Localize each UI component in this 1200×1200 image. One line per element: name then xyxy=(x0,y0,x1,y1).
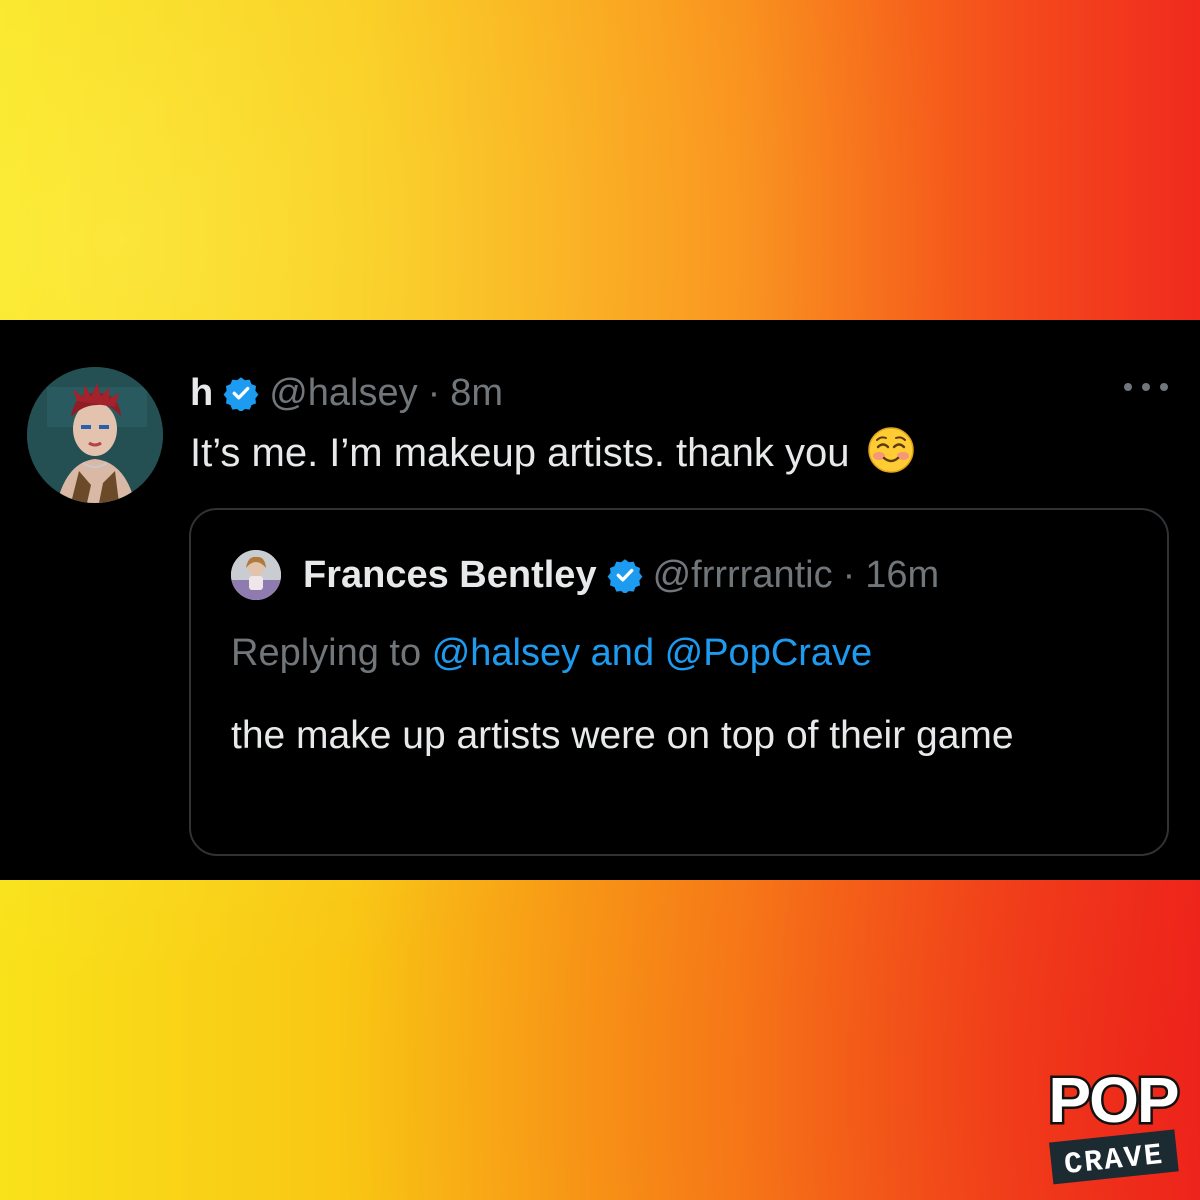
quoted-timestamp[interactable]: 16m xyxy=(865,554,939,597)
separator-dot: · xyxy=(842,553,856,596)
tweet-text: It’s me. I’m makeup artists. thank you xyxy=(190,431,850,475)
replying-to-line: Replying to @halsey and @PopCrave xyxy=(231,632,872,675)
logo-line-1: POP xyxy=(1048,1064,1177,1136)
mention-conjunction: and xyxy=(590,632,655,674)
quoted-author-name[interactable]: Frances Bentley xyxy=(303,554,597,597)
avatar-image xyxy=(27,367,163,503)
quoted-avatar-image xyxy=(231,550,281,600)
author-handle[interactable]: @halsey xyxy=(269,372,417,415)
mention-link[interactable]: @PopCrave xyxy=(665,632,873,674)
more-dot xyxy=(1142,383,1150,391)
tweet-timestamp[interactable]: 8m xyxy=(450,372,503,415)
quoted-author-handle[interactable]: @frrrrantic xyxy=(653,554,833,597)
verified-badge-icon xyxy=(607,557,643,593)
tweet-card: h @halsey · 8m It’s me. I’m makeup artis… xyxy=(0,320,1200,880)
tweet-body: It’s me. I’m makeup artists. thank you xyxy=(190,425,1150,481)
avatar[interactable] xyxy=(27,367,163,503)
quoted-avatar[interactable] xyxy=(231,550,281,600)
replying-prefix: Replying to xyxy=(231,632,422,674)
author-name[interactable]: h xyxy=(190,372,213,415)
more-options-button[interactable] xyxy=(1124,372,1168,402)
mention-link[interactable]: @halsey xyxy=(432,632,580,674)
tweet-header: h @halsey · 8m xyxy=(190,368,503,418)
separator-dot: · xyxy=(427,371,441,414)
more-dot xyxy=(1124,383,1132,391)
quoted-text: the make up artists were on top of their… xyxy=(231,714,1014,757)
verified-badge-icon xyxy=(223,375,259,411)
popcrave-logo: POP CRAVE xyxy=(1043,1058,1183,1186)
quoted-tweet[interactable]: Frances Bentley @frrrrantic · 16m Replyi… xyxy=(189,508,1169,856)
more-dot xyxy=(1160,383,1168,391)
smiling-blush-emoji-icon xyxy=(867,426,915,474)
quoted-header: Frances Bentley @frrrrantic · 16m xyxy=(303,548,939,602)
